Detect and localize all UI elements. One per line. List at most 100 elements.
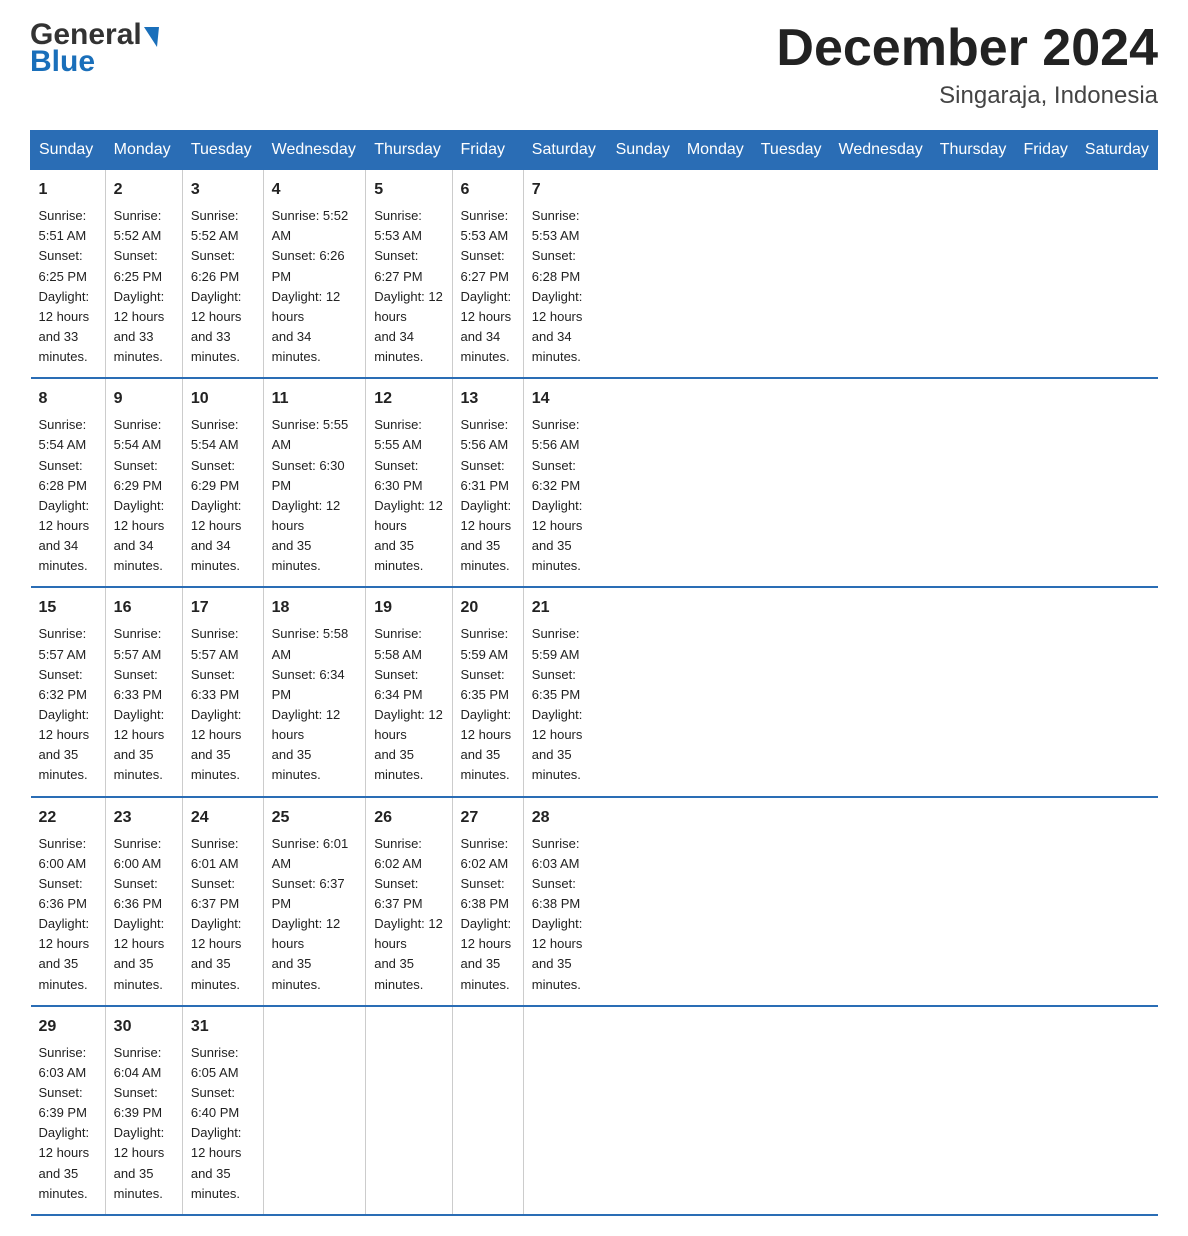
day-number: 27 <box>461 806 515 830</box>
header-sunday: Sunday <box>31 131 106 170</box>
day-info: Sunrise: 5:55 AM Sunset: 6:30 PM Dayligh… <box>272 415 358 576</box>
calendar-cell: 18 Sunrise: 5:58 AM Sunset: 6:34 PM Dayli… <box>263 587 366 796</box>
calendar-cell: 22Sunrise: 6:00 AM Sunset: 6:36 PM Dayli… <box>31 797 106 1006</box>
logo-triangle-icon <box>144 27 159 47</box>
day-info: Sunrise: 5:56 AM Sunset: 6:32 PM Dayligh… <box>532 415 599 576</box>
calendar-cell: 26 Sunrise: 6:02 AM Sunset: 6:37 PM Dayli… <box>366 797 452 1006</box>
day-number: 19 <box>374 596 443 620</box>
calendar-cell <box>452 1006 523 1215</box>
day-number: 26 <box>374 806 443 830</box>
calendar-cell: 31 Sunrise: 6:05 AM Sunset: 6:40 PM Dayli… <box>182 1006 263 1215</box>
day-info: Sunrise: 6:00 AM Sunset: 6:36 PM Dayligh… <box>114 834 174 995</box>
day-info: Sunrise: 6:03 AM Sunset: 6:39 PM Dayligh… <box>39 1043 97 1204</box>
calendar-cell: 17Sunrise: 5:57 AM Sunset: 6:33 PM Dayli… <box>182 587 263 796</box>
calendar-cell: 20Sunrise: 5:59 AM Sunset: 6:35 PM Dayli… <box>452 587 523 796</box>
header-saturday: Saturday <box>523 131 607 170</box>
calendar-cell: 14 Sunrise: 5:56 AM Sunset: 6:32 PM Dayli… <box>523 378 607 587</box>
day-info: Sunrise: 5:52 AM Sunset: 6:26 PM Dayligh… <box>272 206 358 367</box>
day-number: 15 <box>39 596 97 620</box>
calendar-cell: 4 Sunrise: 5:52 AM Sunset: 6:26 PM Daylig… <box>263 170 366 379</box>
calendar-subtitle: Singaraja, Indonesia <box>776 82 1158 110</box>
day-number: 4 <box>272 178 358 202</box>
calendar-header-row: SundayMondayTuesdayWednesdayThursdayFrid… <box>31 131 1158 170</box>
calendar-week-row: 22Sunrise: 6:00 AM Sunset: 6:36 PM Dayli… <box>31 797 1158 1006</box>
day-info: Sunrise: 5:56 AM Sunset: 6:31 PM Dayligh… <box>461 415 515 576</box>
day-info: Sunrise: 5:55 AM Sunset: 6:30 PM Dayligh… <box>374 415 443 576</box>
day-info: Sunrise: 6:03 AM Sunset: 6:38 PM Dayligh… <box>532 834 599 995</box>
day-info: Sunrise: 5:54 AM Sunset: 6:29 PM Dayligh… <box>114 415 174 576</box>
calendar-week-row: 29Sunrise: 6:03 AM Sunset: 6:39 PM Dayli… <box>31 1006 1158 1215</box>
calendar-cell: 30Sunrise: 6:04 AM Sunset: 6:39 PM Dayli… <box>105 1006 182 1215</box>
calendar-cell: 27 Sunrise: 6:02 AM Sunset: 6:38 PM Dayli… <box>452 797 523 1006</box>
day-number: 16 <box>114 596 174 620</box>
calendar-cell: 19 Sunrise: 5:58 AM Sunset: 6:34 PM Dayli… <box>366 587 452 796</box>
day-info: Sunrise: 6:01 AM Sunset: 6:37 PM Dayligh… <box>272 834 358 995</box>
calendar-cell: 2 Sunrise: 5:52 AM Sunset: 6:25 PM Daylig… <box>105 170 182 379</box>
day-info: Sunrise: 5:59 AM Sunset: 6:35 PM Dayligh… <box>461 624 515 785</box>
day-number: 18 <box>272 596 358 620</box>
day-info: Sunrise: 5:52 AM Sunset: 6:25 PM Dayligh… <box>114 206 174 367</box>
day-info: Sunrise: 5:57 AM Sunset: 6:33 PM Dayligh… <box>114 624 174 785</box>
day-info: Sunrise: 5:53 AM Sunset: 6:27 PM Dayligh… <box>461 206 515 367</box>
day-info: Sunrise: 5:52 AM Sunset: 6:26 PM Dayligh… <box>191 206 255 367</box>
day-info: Sunrise: 5:58 AM Sunset: 6:34 PM Dayligh… <box>272 624 358 785</box>
day-info: Sunrise: 6:00 AM Sunset: 6:36 PM Dayligh… <box>39 834 97 995</box>
page-header: General Blue December 2024 Singaraja, In… <box>30 20 1158 110</box>
calendar-cell <box>523 1006 607 1215</box>
day-info: Sunrise: 5:53 AM Sunset: 6:27 PM Dayligh… <box>374 206 443 367</box>
day-info: Sunrise: 5:58 AM Sunset: 6:34 PM Dayligh… <box>374 624 443 785</box>
day-number: 10 <box>191 387 255 411</box>
day-number: 9 <box>114 387 174 411</box>
day-number: 3 <box>191 178 255 202</box>
header-tuesday: Tuesday <box>752 131 830 170</box>
day-info: Sunrise: 5:59 AM Sunset: 6:35 PM Dayligh… <box>532 624 599 785</box>
logo-blue-text: Blue <box>30 47 95 77</box>
day-number: 12 <box>374 387 443 411</box>
day-number: 17 <box>191 596 255 620</box>
header-wednesday: Wednesday <box>263 131 366 170</box>
day-info: Sunrise: 6:04 AM Sunset: 6:39 PM Dayligh… <box>114 1043 174 1204</box>
day-number: 8 <box>39 387 97 411</box>
day-info: Sunrise: 5:54 AM Sunset: 6:28 PM Dayligh… <box>39 415 97 576</box>
calendar-cell: 5 Sunrise: 5:53 AM Sunset: 6:27 PM Daylig… <box>366 170 452 379</box>
header-sunday: Sunday <box>607 131 678 170</box>
day-number: 14 <box>532 387 599 411</box>
day-info: Sunrise: 5:51 AM Sunset: 6:25 PM Dayligh… <box>39 206 97 367</box>
calendar-cell: 10Sunrise: 5:54 AM Sunset: 6:29 PM Dayli… <box>182 378 263 587</box>
day-number: 11 <box>272 387 358 411</box>
day-number: 13 <box>461 387 515 411</box>
header-friday: Friday <box>452 131 523 170</box>
calendar-cell: 3 Sunrise: 5:52 AM Sunset: 6:26 PM Daylig… <box>182 170 263 379</box>
calendar-week-row: 1 Sunrise: 5:51 AM Sunset: 6:25 PM Daylig… <box>31 170 1158 379</box>
calendar-cell <box>263 1006 366 1215</box>
calendar-week-row: 8 Sunrise: 5:54 AM Sunset: 6:28 PM Daylig… <box>31 378 1158 587</box>
day-info: Sunrise: 6:05 AM Sunset: 6:40 PM Dayligh… <box>191 1043 255 1204</box>
calendar-cell: 24Sunrise: 6:01 AM Sunset: 6:37 PM Dayli… <box>182 797 263 1006</box>
day-info: Sunrise: 6:02 AM Sunset: 6:38 PM Dayligh… <box>461 834 515 995</box>
day-info: Sunrise: 5:57 AM Sunset: 6:32 PM Dayligh… <box>39 624 97 785</box>
day-number: 23 <box>114 806 174 830</box>
day-info: Sunrise: 6:02 AM Sunset: 6:37 PM Dayligh… <box>374 834 443 995</box>
calendar-week-row: 15 Sunrise: 5:57 AM Sunset: 6:32 PM Dayli… <box>31 587 1158 796</box>
day-number: 5 <box>374 178 443 202</box>
calendar-cell: 8 Sunrise: 5:54 AM Sunset: 6:28 PM Daylig… <box>31 378 106 587</box>
calendar-cell: 6Sunrise: 5:53 AM Sunset: 6:27 PM Daylig… <box>452 170 523 379</box>
day-number: 1 <box>39 178 97 202</box>
day-number: 2 <box>114 178 174 202</box>
day-number: 21 <box>532 596 599 620</box>
day-info: Sunrise: 6:01 AM Sunset: 6:37 PM Dayligh… <box>191 834 255 995</box>
calendar-cell: 21 Sunrise: 5:59 AM Sunset: 6:35 PM Dayli… <box>523 587 607 796</box>
day-number: 7 <box>532 178 599 202</box>
calendar-cell: 28Sunrise: 6:03 AM Sunset: 6:38 PM Dayli… <box>523 797 607 1006</box>
header-monday: Monday <box>105 131 182 170</box>
calendar-cell: 25Sunrise: 6:01 AM Sunset: 6:37 PM Dayli… <box>263 797 366 1006</box>
header-saturday: Saturday <box>1076 131 1157 170</box>
logo: General Blue <box>30 20 159 77</box>
calendar-cell: 9 Sunrise: 5:54 AM Sunset: 6:29 PM Daylig… <box>105 378 182 587</box>
title-block: December 2024 Singaraja, Indonesia <box>776 20 1158 110</box>
day-number: 31 <box>191 1015 255 1039</box>
calendar-cell <box>366 1006 452 1215</box>
calendar-cell: 15 Sunrise: 5:57 AM Sunset: 6:32 PM Dayli… <box>31 587 106 796</box>
calendar-cell: 29Sunrise: 6:03 AM Sunset: 6:39 PM Dayli… <box>31 1006 106 1215</box>
day-info: Sunrise: 5:53 AM Sunset: 6:28 PM Dayligh… <box>532 206 599 367</box>
